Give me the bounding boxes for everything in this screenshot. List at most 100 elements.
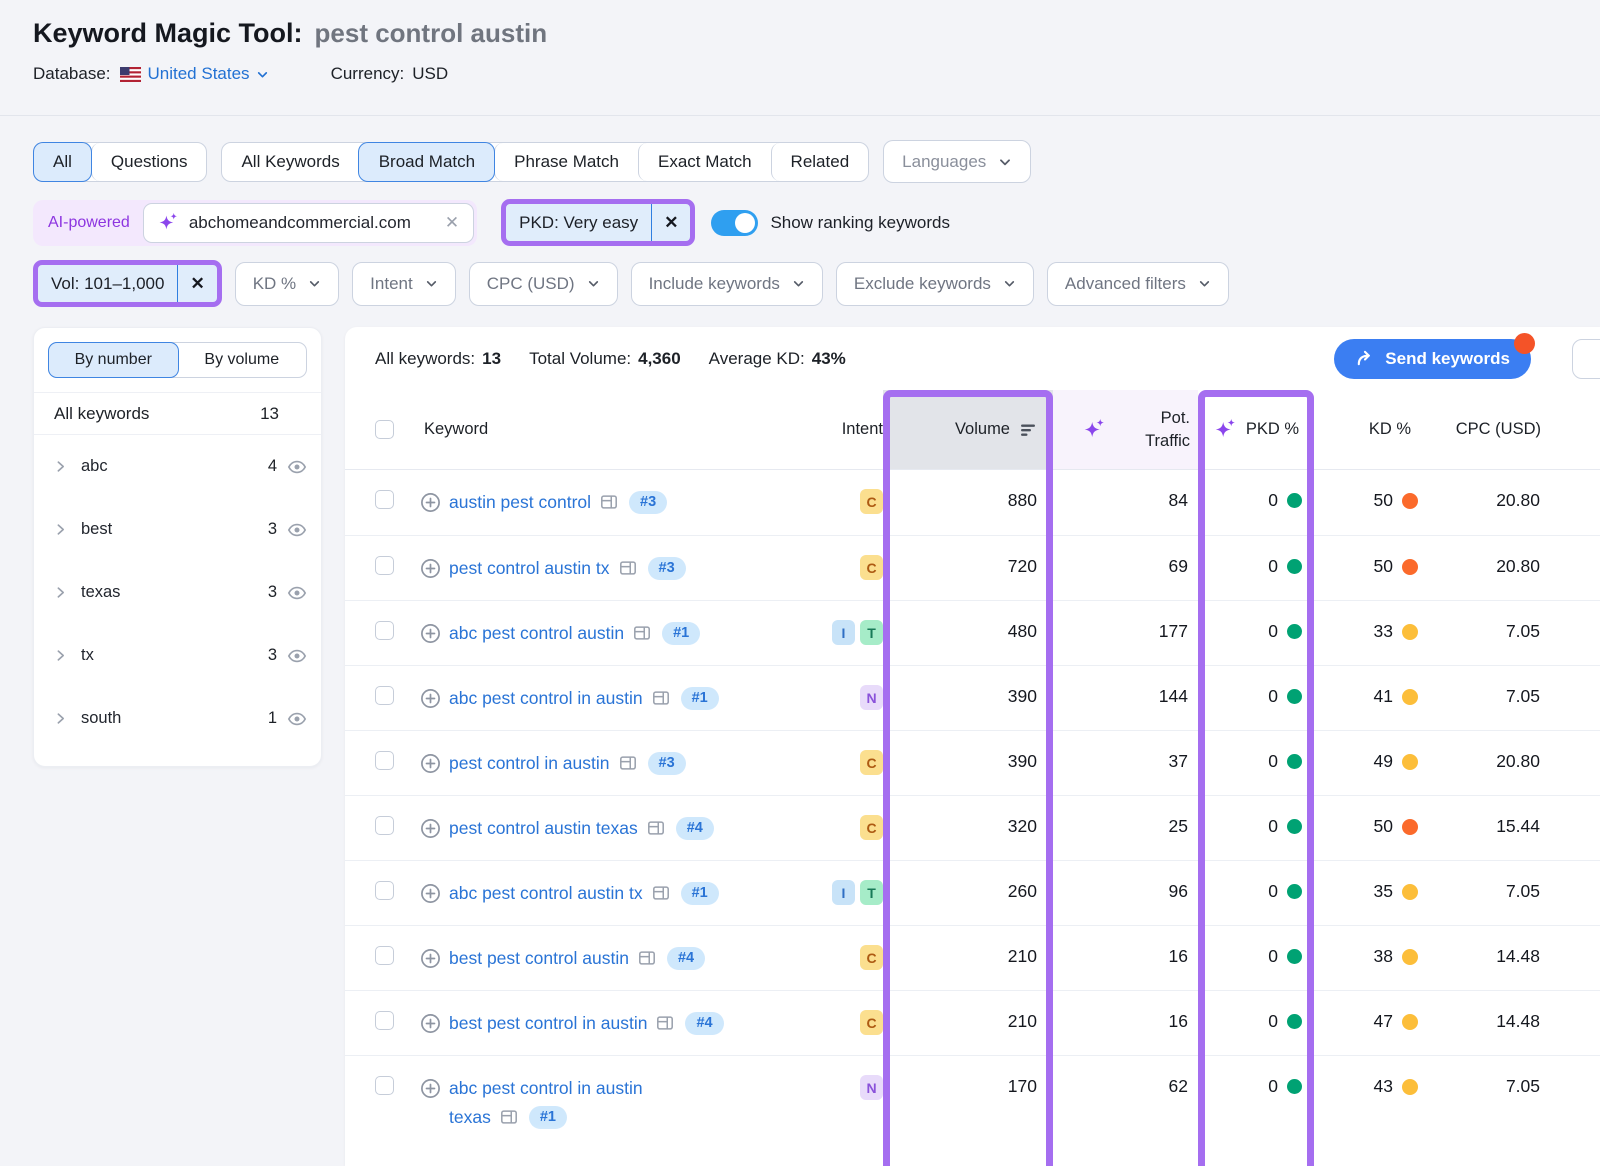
- add-keyword-icon[interactable]: [420, 948, 441, 969]
- keyword-link[interactable]: pest control austin texas: [449, 818, 638, 838]
- keyword-link-line2[interactable]: texas: [449, 1107, 491, 1127]
- serp-icon[interactable]: [652, 689, 670, 707]
- eye-icon[interactable]: [287, 583, 307, 603]
- column-header-pkd[interactable]: PKD %: [1198, 390, 1314, 469]
- volume-filter-label[interactable]: Vol: 101–1,000: [38, 274, 177, 294]
- row-checkbox[interactable]: [375, 621, 394, 640]
- keyword-link[interactable]: pest control austin tx: [449, 558, 610, 578]
- export-button-partial[interactable]: [1572, 339, 1600, 379]
- tab-all[interactable]: All: [34, 143, 91, 181]
- tab-questions[interactable]: Questions: [91, 143, 207, 181]
- keyword-link[interactable]: abc pest control in austin: [449, 1078, 643, 1098]
- all-keywords-row[interactable]: All keywords 13: [34, 392, 321, 435]
- keyword-link[interactable]: best pest control in austin: [449, 1013, 647, 1033]
- keyword-group-row[interactable]: tx 3: [34, 624, 321, 687]
- add-keyword-icon[interactable]: [420, 883, 441, 904]
- show-ranking-toggle[interactable]: [711, 210, 758, 236]
- tab-all-keywords[interactable]: All Keywords: [222, 143, 358, 181]
- column-header-volume[interactable]: Volume: [883, 390, 1053, 469]
- select-all-checkbox[interactable]: [375, 420, 394, 439]
- add-keyword-icon[interactable]: [420, 753, 441, 774]
- serp-icon[interactable]: [647, 819, 665, 837]
- column-header-pot-traffic[interactable]: Pot. Traffic: [1053, 390, 1198, 469]
- serp-icon[interactable]: [619, 754, 637, 772]
- tab-broad-match[interactable]: Broad Match: [359, 143, 494, 181]
- keyword-link[interactable]: pest control in austin: [449, 753, 610, 773]
- cpc-filter-dropdown[interactable]: CPC (USD): [469, 262, 618, 306]
- kd-filter-dropdown[interactable]: KD %: [235, 262, 339, 306]
- chevron-right-icon[interactable]: [54, 523, 67, 536]
- eye-icon[interactable]: [287, 520, 307, 540]
- row-checkbox[interactable]: [375, 1076, 394, 1095]
- remove-volume-filter-icon[interactable]: ✕: [177, 265, 216, 302]
- keyword-group-row[interactable]: best 3: [34, 498, 321, 561]
- row-checkbox[interactable]: [375, 686, 394, 705]
- keyword-group-row[interactable]: texas 3: [34, 561, 321, 624]
- tab-by-number[interactable]: By number: [49, 343, 178, 377]
- chevron-right-icon[interactable]: [54, 649, 67, 662]
- row-checkbox[interactable]: [375, 881, 394, 900]
- send-keywords-button[interactable]: Send keywords: [1334, 339, 1531, 379]
- add-keyword-icon[interactable]: [420, 1078, 441, 1099]
- row-checkbox[interactable]: [375, 556, 394, 575]
- database-select[interactable]: United States: [148, 64, 269, 84]
- keyword-link[interactable]: abc pest control in austin: [449, 688, 643, 708]
- row-checkbox[interactable]: [375, 816, 394, 835]
- add-keyword-icon[interactable]: [420, 623, 441, 644]
- summary-average-kd-value: 43%: [812, 349, 846, 369]
- advanced-filters-dropdown[interactable]: Advanced filters: [1047, 262, 1229, 306]
- keyword-link[interactable]: abc pest control austin tx: [449, 883, 643, 903]
- eye-icon[interactable]: [287, 457, 307, 477]
- include-keywords-dropdown[interactable]: Include keywords: [631, 262, 823, 306]
- row-checkbox[interactable]: [375, 490, 394, 509]
- pkd-filter-chip-highlighted: PKD: Very easy ✕: [501, 199, 695, 246]
- remove-pkd-filter-icon[interactable]: ✕: [651, 204, 690, 241]
- clear-domain-icon[interactable]: ✕: [445, 213, 459, 233]
- chevron-right-icon[interactable]: [54, 586, 67, 599]
- tab-by-volume[interactable]: By volume: [178, 343, 307, 377]
- keyword-link[interactable]: best pest control austin: [449, 948, 629, 968]
- tab-exact-match[interactable]: Exact Match: [638, 143, 771, 181]
- tab-phrase-match[interactable]: Phrase Match: [494, 143, 638, 181]
- keyword-group-row[interactable]: abc 4: [34, 435, 321, 498]
- eye-icon[interactable]: [287, 646, 307, 666]
- serp-icon[interactable]: [633, 624, 651, 642]
- row-checkbox[interactable]: [375, 1011, 394, 1030]
- pot-traffic-header-label: Pot. Traffic: [1130, 407, 1190, 452]
- serp-icon[interactable]: [500, 1108, 518, 1126]
- exclude-keywords-dropdown[interactable]: Exclude keywords: [836, 262, 1034, 306]
- add-keyword-icon[interactable]: [420, 492, 441, 513]
- row-checkbox[interactable]: [375, 946, 394, 965]
- add-keyword-icon[interactable]: [420, 688, 441, 709]
- serp-icon[interactable]: [638, 949, 656, 967]
- keyword-link[interactable]: abc pest control austin: [449, 623, 624, 643]
- eye-icon[interactable]: [287, 709, 307, 729]
- add-keyword-icon[interactable]: [420, 818, 441, 839]
- include-keywords-label: Include keywords: [649, 274, 780, 294]
- rank-badge: #3: [629, 491, 667, 514]
- chevron-right-icon[interactable]: [54, 460, 67, 473]
- add-keyword-icon[interactable]: [420, 1013, 441, 1034]
- row-checkbox[interactable]: [375, 751, 394, 770]
- domain-input[interactable]: abchomeandcommercial.com ✕: [143, 203, 474, 243]
- chevron-right-icon[interactable]: [54, 712, 67, 725]
- serp-icon[interactable]: [656, 1014, 674, 1032]
- table-row: abc pest control in austin#1 texas#1 N 1…: [345, 1055, 1600, 1132]
- currency-label: Currency:: [331, 64, 405, 84]
- intent-badge-I: I: [832, 880, 855, 905]
- serp-icon[interactable]: [600, 493, 618, 511]
- languages-dropdown[interactable]: Languages: [883, 140, 1031, 183]
- pkd-filter-label[interactable]: PKD: Very easy: [506, 213, 651, 233]
- keyword-cell: abc pest control austin#1 #1: [420, 601, 795, 665]
- add-keyword-icon[interactable]: [420, 558, 441, 579]
- keyword-link[interactable]: austin pest control: [449, 492, 591, 512]
- serp-icon[interactable]: [619, 559, 637, 577]
- keyword-group-row[interactable]: south 1: [34, 687, 321, 750]
- column-header-cpc[interactable]: CPC (USD): [1426, 390, 1556, 469]
- chevron-down-icon: [1198, 277, 1211, 290]
- serp-icon[interactable]: [652, 884, 670, 902]
- tab-related[interactable]: Related: [771, 143, 869, 181]
- pot-traffic-value: 25: [1053, 796, 1198, 860]
- column-header-kd[interactable]: KD %: [1314, 390, 1426, 469]
- intent-filter-dropdown[interactable]: Intent: [352, 262, 456, 306]
